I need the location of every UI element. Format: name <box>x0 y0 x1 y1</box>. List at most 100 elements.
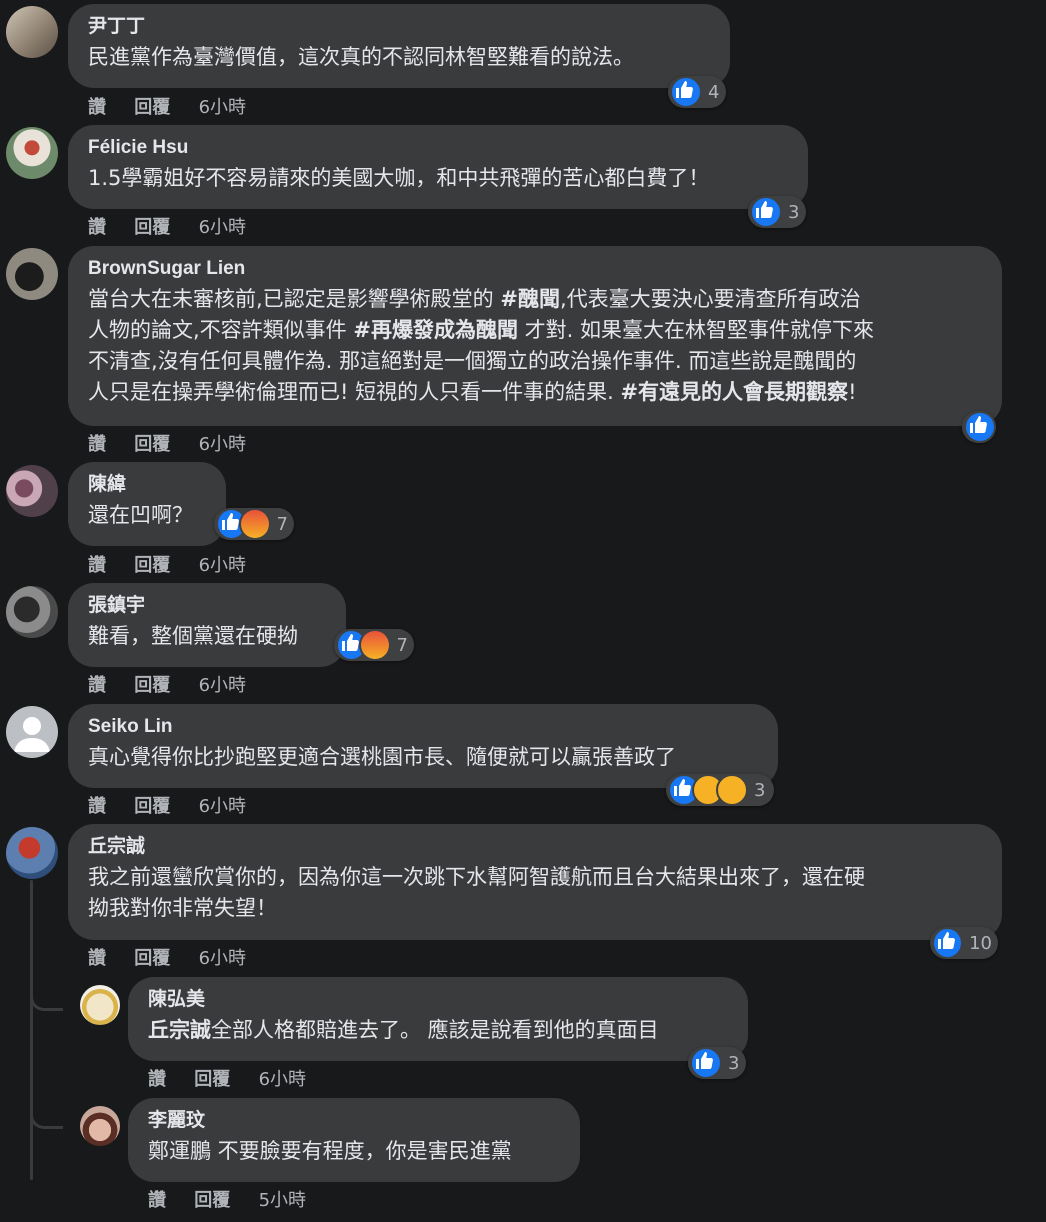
like-reaction-icon <box>670 76 702 108</box>
reply-button[interactable]: 回覆 <box>134 796 170 817</box>
reaction-summary[interactable] <box>962 411 996 443</box>
comment-text: 真心覺得你比抄跑堅更適合選桃園市長、隨便就可以贏張善政了 <box>88 745 676 769</box>
timestamp[interactable]: 6小時 <box>199 796 246 817</box>
comment-actions: 讚 回覆 6小時 <box>88 213 268 239</box>
timestamp[interactable]: 6小時 <box>259 1069 306 1090</box>
reaction-summary[interactable]: 3 <box>688 1047 746 1079</box>
avatar[interactable] <box>6 706 58 758</box>
avatar[interactable] <box>6 465 58 517</box>
like-button[interactable]: 讚 <box>88 434 106 455</box>
reply-button[interactable]: 回覆 <box>194 1069 230 1090</box>
timestamp[interactable]: 5小時 <box>259 1190 306 1211</box>
avatar[interactable] <box>6 248 58 300</box>
mention-link[interactable]: 丘宗誠 <box>148 1018 211 1042</box>
reaction-count: 3 <box>788 201 800 223</box>
wow-reaction-icon <box>716 774 748 806</box>
avatar[interactable] <box>6 6 58 58</box>
avatar[interactable] <box>80 1106 120 1146</box>
commenter-name[interactable]: Seiko Lin <box>88 714 758 740</box>
like-button[interactable]: 讚 <box>88 948 106 969</box>
hashtag-link[interactable]: #再爆發成為醜聞 <box>353 318 518 342</box>
reply-bubble: 李麗玟 鄭運鵬 不要臉要有程度，你是害民進黨 <box>128 1098 580 1182</box>
reaction-summary[interactable]: 10 <box>930 927 998 959</box>
reaction-count: 7 <box>276 513 288 535</box>
like-reaction-icon <box>690 1047 722 1079</box>
reply-connector <box>30 984 63 1011</box>
timestamp[interactable]: 6小時 <box>199 434 246 455</box>
reaction-summary[interactable]: 7 <box>334 629 414 661</box>
commenter-name[interactable]: Félicie Hsu <box>88 135 788 161</box>
reply-button[interactable]: 回覆 <box>134 555 170 576</box>
timestamp[interactable]: 6小時 <box>199 217 246 238</box>
reply-connector <box>30 1102 63 1129</box>
comment-bubble: Félicie Hsu 1.5學霸姐好不容易請來的美國大咖，和中共飛彈的苦心都白… <box>68 125 808 209</box>
hashtag-link[interactable]: #醜聞 <box>500 287 560 311</box>
reply-text: 鄭運鵬 不要臉要有程度，你是害民進黨 <box>148 1139 512 1163</box>
default-avatar-icon <box>14 717 50 752</box>
like-button[interactable]: 讚 <box>148 1190 166 1211</box>
comment-text: 當台大在未審核前,已認定是影響學術殿堂的 #醜聞,代表臺大要決心要清查所有政治 … <box>88 284 982 408</box>
timestamp[interactable]: 6小時 <box>199 948 246 969</box>
reaction-summary[interactable]: 3 <box>748 196 806 228</box>
like-button[interactable]: 讚 <box>88 217 106 238</box>
like-button[interactable]: 讚 <box>88 675 106 696</box>
reaction-summary[interactable]: 3 <box>666 774 774 806</box>
like-button[interactable]: 讚 <box>88 796 106 817</box>
commenter-name[interactable]: 陳弘美 <box>148 987 728 1013</box>
commenter-name[interactable]: BrownSugar Lien <box>88 256 982 282</box>
reaction-count: 7 <box>396 634 408 656</box>
like-button[interactable]: 讚 <box>148 1069 166 1090</box>
angry-reaction-icon <box>239 508 271 540</box>
comment-text: 1.5學霸姐好不容易請來的美國大咖，和中共飛彈的苦心都白費了！ <box>88 166 710 190</box>
avatar[interactable] <box>6 586 58 638</box>
hashtag-link[interactable]: #有遠見的人會長期觀察 <box>620 380 848 404</box>
comment-actions: 讚 回覆 6小時 <box>88 430 268 456</box>
comment-actions: 讚 回覆 6小時 <box>88 93 268 119</box>
comment-actions: 讚 回覆 6小時 <box>88 944 268 970</box>
reply-button[interactable]: 回覆 <box>134 948 170 969</box>
reply-text: 丘宗誠全部人格都賠進去了。 應該是說看到他的真面目 <box>148 1015 728 1046</box>
commenter-name[interactable]: 陳緯 <box>88 472 206 498</box>
commenter-name[interactable]: 張鎮宇 <box>88 593 326 619</box>
avatar[interactable] <box>6 127 58 179</box>
comment-bubble: BrownSugar Lien 當台大在未審核前,已認定是影響學術殿堂的 #醜聞… <box>68 246 1002 426</box>
comment-text-segment: 人物的論文,不容許類似事件 <box>88 318 354 342</box>
comment-bubble: 丘宗誠 我之前還蠻欣賞你的，因為你這一次跳下水幫阿智護航而且台大結果出來了，還在… <box>68 824 1002 940</box>
reply-button[interactable]: 回覆 <box>134 434 170 455</box>
comment-text: 還在凹啊？ <box>88 503 193 527</box>
comment-text-line: 我之前還蠻欣賞你的，因為你這一次跳下水幫阿智護航而且台大結果出來了，還在硬 <box>88 865 865 889</box>
avatar[interactable] <box>80 985 120 1025</box>
comment-actions: 讚 回覆 6小時 <box>88 671 268 697</box>
like-button[interactable]: 讚 <box>88 97 106 118</box>
reply-button[interactable]: 回覆 <box>134 217 170 238</box>
comment-text: 難看，整個黨還在硬拗 <box>88 624 298 648</box>
timestamp[interactable]: 6小時 <box>199 97 246 118</box>
reply-button[interactable]: 回覆 <box>194 1190 230 1211</box>
commenter-name[interactable]: 尹丁丁 <box>88 14 710 40</box>
reply-button[interactable]: 回覆 <box>134 675 170 696</box>
comment-bubble: 張鎮宇 難看，整個黨還在硬拗 <box>68 583 346 667</box>
comment-text-segment: 不清查,沒有任何具體作為. 那這絕對是一個獨立的政治操作事件. 而這些說是醜聞的 <box>88 349 857 373</box>
like-reaction-icon <box>932 927 964 959</box>
comment-text-segment: ,代表臺大要決心要清查所有政治 <box>559 287 861 311</box>
comment-text: 民進黨作為臺灣價值，這次真的不認同林智堅難看的說法。 <box>88 45 634 69</box>
comment-text-line: 拗我對你非常失望！ <box>88 896 277 920</box>
commenter-name[interactable]: 丘宗誠 <box>88 834 982 860</box>
reaction-count: 3 <box>728 1052 740 1074</box>
reaction-summary[interactable]: 7 <box>214 508 294 540</box>
comment-text-segment: 才對. 如果臺大在林智堅事件就停下來 <box>517 318 874 342</box>
timestamp[interactable]: 6小時 <box>199 675 246 696</box>
timestamp[interactable]: 6小時 <box>199 555 246 576</box>
reply-button[interactable]: 回覆 <box>134 97 170 118</box>
reply-text-segment: 全部人格都賠進去了。 應該是說看到他的真面目 <box>211 1018 659 1042</box>
reaction-summary[interactable]: 4 <box>668 76 726 108</box>
like-button[interactable]: 讚 <box>88 555 106 576</box>
reaction-count: 10 <box>969 932 992 954</box>
like-reaction-icon <box>750 196 782 228</box>
reply-thread-line <box>30 880 33 1180</box>
comment-text-segment: ! <box>848 380 857 404</box>
reply-actions: 讚 回覆 6小時 <box>148 1065 328 1091</box>
commenter-name[interactable]: 李麗玟 <box>148 1108 560 1134</box>
avatar[interactable] <box>6 827 58 879</box>
like-reaction-icon <box>964 411 996 443</box>
